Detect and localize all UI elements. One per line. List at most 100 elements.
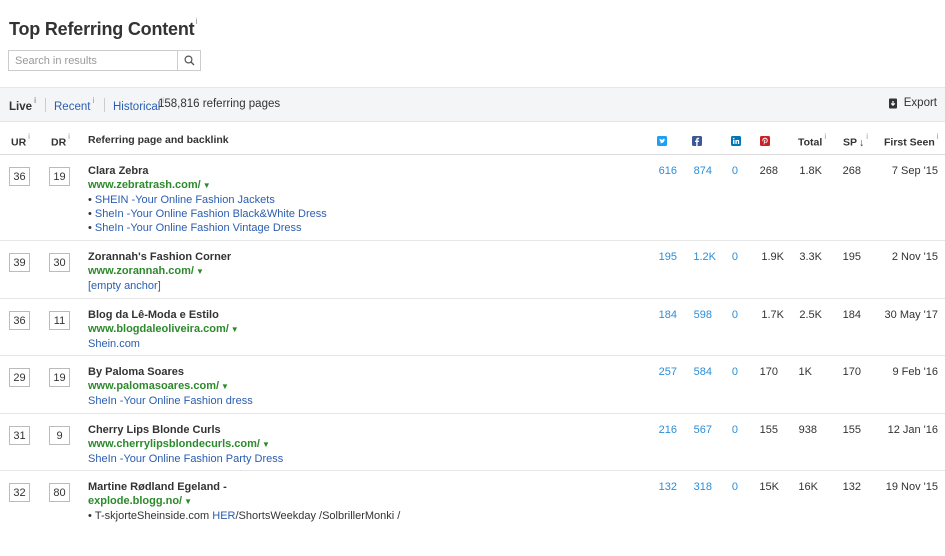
table-row: 36 19 Clara Zebra www.zebratrash.com/▼ •… xyxy=(0,155,945,241)
dr-badge: 19 xyxy=(49,167,70,186)
info-icon[interactable]: i xyxy=(866,132,868,141)
first-seen-date: 12 Jan '16 xyxy=(887,424,938,436)
page-url-link[interactable]: www.palomasoares.com/▼ xyxy=(88,379,253,394)
first-seen-date: 7 Sep '15 xyxy=(891,165,938,177)
column-header-total[interactable]: Total i xyxy=(798,132,826,149)
table-row: 36 11 Blog da Lê-Moda e Estilo www.blogd… xyxy=(0,299,945,356)
table-row: 29 19 By Paloma Soares www.palomasoares.… xyxy=(0,356,945,414)
tab-historical[interactable]: Historicali xyxy=(113,96,164,113)
linkedin-count[interactable]: 0 xyxy=(732,423,738,437)
backlink-anchor[interactable]: SheIn -Your Online Fashion dress xyxy=(88,394,253,408)
info-icon[interactable]: i xyxy=(28,132,30,141)
column-header-first-seen[interactable]: First Seen i xyxy=(884,132,939,149)
column-header-sp[interactable]: SP ↓ i xyxy=(843,132,868,149)
table-row: 31 9 Cherry Lips Blonde Curls www.cherry… xyxy=(0,414,945,471)
total-count: 16K xyxy=(798,481,818,493)
linkedin-count[interactable]: 0 xyxy=(732,308,738,322)
backlink-anchor[interactable]: Shein.com xyxy=(88,337,239,351)
page-url-link[interactable]: explode.blogg.no/▼ xyxy=(88,494,400,509)
sp-count: 155 xyxy=(842,424,861,436)
page-title-text[interactable]: Cherry Lips Blonde Curls xyxy=(88,423,283,437)
column-header-ur[interactable]: UR i xyxy=(11,132,30,149)
column-header-dr[interactable]: DR i xyxy=(51,132,70,149)
sp-count: 184 xyxy=(842,309,861,321)
page-url-link[interactable]: www.zorannah.com/▼ xyxy=(88,264,231,279)
dropdown-icon[interactable]: ▼ xyxy=(262,440,270,449)
column-header-pinterest[interactable] xyxy=(760,136,770,149)
info-icon[interactable]: i xyxy=(195,16,197,26)
dropdown-icon[interactable]: ▼ xyxy=(203,181,211,190)
dr-badge: 9 xyxy=(49,426,70,445)
total-count: 1K xyxy=(798,366,812,378)
pinterest-icon xyxy=(760,136,770,146)
backlink-anchor[interactable]: • SHEIN -Your Online Fashion Jackets xyxy=(88,193,327,207)
first-seen-date: 2 Nov '15 xyxy=(891,251,938,263)
export-button[interactable]: Export xyxy=(888,97,937,109)
twitter-count[interactable]: 132 xyxy=(659,480,677,494)
divider xyxy=(104,98,105,112)
page-title-text[interactable]: By Paloma Soares xyxy=(88,365,253,379)
search-button[interactable] xyxy=(177,51,200,70)
backlink-anchor[interactable]: • SheIn -Your Online Fashion Black&White … xyxy=(88,207,327,221)
pinterest-count: 15K xyxy=(759,481,779,493)
total-count: 938 xyxy=(798,424,817,436)
facebook-count[interactable]: 567 xyxy=(694,423,712,437)
linkedin-count[interactable]: 0 xyxy=(732,480,738,494)
dropdown-icon[interactable]: ▼ xyxy=(196,267,204,276)
info-icon[interactable]: i xyxy=(92,96,94,105)
dropdown-icon[interactable]: ▼ xyxy=(184,497,192,506)
page-title-text[interactable]: Blog da Lê-Moda e Estilo xyxy=(88,308,239,322)
dr-badge: 19 xyxy=(49,368,70,387)
tab-recent[interactable]: Recenti xyxy=(54,96,94,113)
first-seen-date: 9 Feb '16 xyxy=(892,366,938,378)
info-icon[interactable]: i xyxy=(68,132,70,141)
facebook-count[interactable]: 874 xyxy=(694,164,712,178)
linkedin-count[interactable]: 0 xyxy=(732,164,738,178)
backlink-anchor[interactable]: SheIn -Your Online Fashion Party Dress xyxy=(88,452,283,466)
facebook-count[interactable]: 1.2K xyxy=(693,250,716,264)
info-icon[interactable]: i xyxy=(824,132,826,141)
pinterest-count: 155 xyxy=(759,424,778,436)
dr-badge: 30 xyxy=(49,253,70,272)
dropdown-icon[interactable]: ▼ xyxy=(231,325,239,334)
twitter-count[interactable]: 257 xyxy=(659,365,677,379)
twitter-count[interactable]: 616 xyxy=(659,164,677,178)
sp-count: 132 xyxy=(842,481,861,493)
twitter-count[interactable]: 195 xyxy=(659,250,677,264)
ur-badge: 32 xyxy=(9,483,30,502)
page-title-text[interactable]: Clara Zebra xyxy=(88,164,327,178)
info-icon[interactable]: i xyxy=(34,96,36,105)
dropdown-icon[interactable]: ▼ xyxy=(221,382,229,391)
backlink-anchor[interactable]: [empty anchor] xyxy=(88,279,231,293)
ur-badge: 31 xyxy=(9,426,30,445)
linkedin-count[interactable]: 0 xyxy=(732,250,738,264)
page-url-link[interactable]: www.blogdaleoliveira.com/▼ xyxy=(88,322,239,337)
info-icon[interactable]: i xyxy=(937,132,939,141)
backlink-anchor[interactable]: • SheIn -Your Online Fashion Vintage Dres… xyxy=(88,221,327,235)
page-url-link[interactable]: www.zebratrash.com/▼ xyxy=(88,178,327,193)
facebook-count[interactable]: 584 xyxy=(694,365,712,379)
page-title-text[interactable]: Martine Rødland Egeland - xyxy=(88,480,400,494)
tab-live[interactable]: Livei xyxy=(9,96,36,113)
twitter-count[interactable]: 184 xyxy=(659,308,677,322)
search-input[interactable] xyxy=(9,51,178,70)
table-row: 32 80 Martine Rødland Egeland - explode.… xyxy=(0,471,945,531)
bullet-icon: • xyxy=(88,510,92,522)
pinterest-count: 170 xyxy=(759,366,778,378)
facebook-count[interactable]: 598 xyxy=(694,308,712,322)
referring-pages-count: 158,816 referring pages xyxy=(158,98,281,110)
facebook-count[interactable]: 318 xyxy=(694,480,712,494)
pinterest-count: 1.7K xyxy=(761,309,784,321)
twitter-count[interactable]: 216 xyxy=(659,423,677,437)
pinterest-count: 268 xyxy=(759,165,778,177)
page-title-text[interactable]: Zorannah's Fashion Corner xyxy=(88,250,231,264)
search-box xyxy=(8,50,201,71)
linkedin-count[interactable]: 0 xyxy=(732,365,738,379)
ur-badge: 39 xyxy=(9,253,30,272)
page-url-link[interactable]: www.cherrylipsblondecurls.com/▼ xyxy=(88,437,283,452)
divider xyxy=(45,98,46,112)
column-header-twitter[interactable] xyxy=(657,136,667,149)
backlink-anchor[interactable]: • T-skjorteSheinside.com HER/ShortsWeekda… xyxy=(88,509,400,523)
column-header-facebook[interactable] xyxy=(692,136,702,149)
column-header-linkedin[interactable] xyxy=(731,136,741,149)
